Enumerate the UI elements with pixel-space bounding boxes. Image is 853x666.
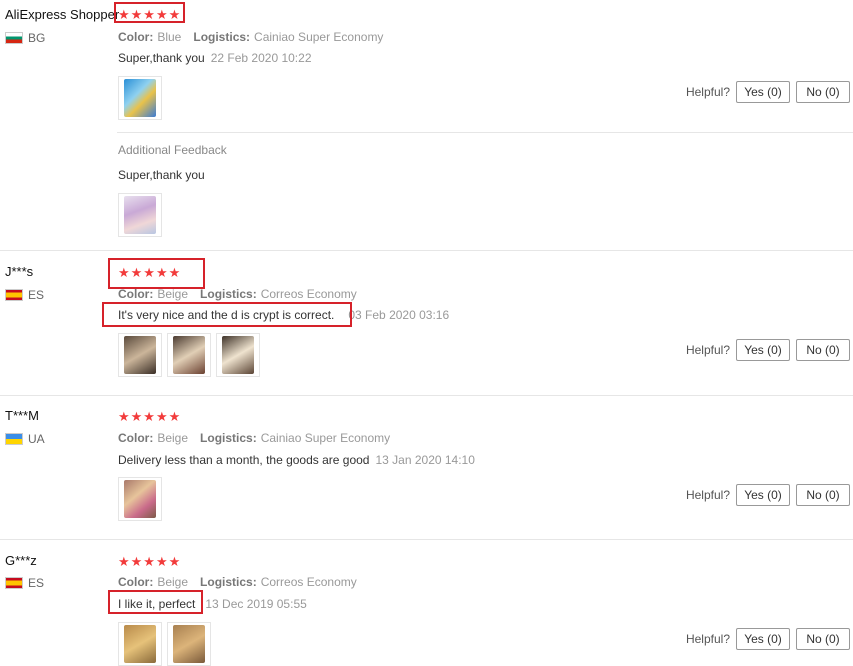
- review-date: 13 Dec 2019 05:55: [205, 597, 307, 611]
- helpful-yes-button[interactable]: Yes (0): [736, 81, 790, 103]
- helpful-controls: Helpful? Yes (0) No (0): [686, 484, 850, 506]
- helpful-label: Helpful?: [685, 85, 730, 99]
- divider: [0, 395, 853, 396]
- country-code: ES: [28, 288, 45, 302]
- color-value: Beige: [157, 575, 189, 589]
- review-date: 22 Feb 2020 10:22: [210, 51, 312, 65]
- helpful-label: Helpful?: [685, 632, 730, 646]
- review-body: Super,thank you: [118, 51, 205, 65]
- review-date: 03 Feb 2020 03:16: [348, 308, 450, 322]
- photo-image: [124, 480, 156, 518]
- helpful-controls: Helpful? Yes (0) No (0): [686, 628, 850, 650]
- divider: [0, 539, 853, 540]
- logistics-value: Correos Economy: [260, 287, 357, 301]
- review-text: Super,thank you 22 Feb 2020 10:22: [118, 51, 312, 65]
- highlight-box: [108, 590, 203, 614]
- ukraine-flag-icon: [5, 433, 23, 445]
- color-value: Blue: [157, 30, 182, 44]
- order-attributes: Color: Beige Logistics: Cainiao Super Econo…: [118, 431, 390, 445]
- logistics-value: Correos Economy: [260, 575, 357, 589]
- logistics-value: Cainiao Super Economy: [260, 431, 391, 445]
- spain-flag-icon: [5, 289, 23, 301]
- order-attributes: Color: Beige Logistics: Correos Economy: [118, 575, 357, 589]
- helpful-no-button[interactable]: No (0): [796, 81, 850, 103]
- order-attributes: Color: Blue Logistics: Cainiao Super Econom…: [118, 30, 383, 44]
- reviewer-name: J***s: [5, 264, 34, 279]
- photo-image: [173, 336, 205, 374]
- logistics-label: Logistics:: [200, 287, 257, 301]
- review-photos: [118, 333, 260, 377]
- spain-flag-icon: [5, 577, 23, 589]
- additional-feedback-text: Super,thank you: [118, 168, 205, 182]
- helpful-label: Helpful?: [685, 488, 730, 502]
- review-photo[interactable]: [167, 333, 211, 377]
- reviewer-country: BG: [5, 31, 45, 45]
- country-code: BG: [28, 31, 46, 45]
- color-label: Color:: [118, 431, 154, 445]
- review-body: Delivery less than a month, the goods ar…: [118, 453, 370, 467]
- additional-feedback-title: Additional Feedback: [118, 143, 227, 157]
- bulgaria-flag-icon: [5, 32, 23, 44]
- helpful-yes-button[interactable]: Yes (0): [736, 339, 790, 361]
- helpful-no-button[interactable]: No (0): [796, 484, 850, 506]
- highlight-box: [108, 258, 205, 289]
- helpful-no-button[interactable]: No (0): [796, 339, 850, 361]
- review-photos: [118, 76, 162, 120]
- photo-image: [173, 625, 205, 663]
- star-rating: ★★★★★: [118, 409, 182, 424]
- review-photos: [118, 477, 162, 521]
- photo-image: [222, 336, 254, 374]
- country-code: ES: [28, 576, 45, 590]
- reviewer-name: T***M: [5, 408, 39, 423]
- review-photo[interactable]: [118, 622, 162, 666]
- additional-photos: [118, 193, 162, 237]
- logistics-value: Cainiao Super Economy: [254, 30, 384, 44]
- photo-image: [124, 79, 156, 117]
- review-text: Delivery less than a month, the goods ar…: [118, 453, 475, 467]
- country-code: UA: [28, 432, 45, 446]
- reviewer-country: ES: [5, 288, 44, 302]
- color-label: Color:: [118, 575, 154, 589]
- helpful-yes-button[interactable]: Yes (0): [736, 628, 790, 650]
- review-photo[interactable]: [216, 333, 260, 377]
- logistics-label: Logistics:: [193, 30, 251, 44]
- logistics-label: Logistics:: [200, 575, 257, 589]
- reviewer-country: ES: [5, 576, 44, 590]
- helpful-no-button[interactable]: No (0): [796, 628, 850, 650]
- color-label: Color:: [118, 287, 154, 301]
- color-label: Color:: [118, 30, 154, 44]
- reviewer-name: G***z: [5, 553, 37, 568]
- photo-image: [124, 625, 156, 663]
- highlight-box: [114, 2, 185, 23]
- divider: [0, 250, 853, 251]
- helpful-controls: Helpful? Yes (0) No (0): [686, 81, 850, 103]
- reviewer-name: AliExpress Shopper: [5, 7, 120, 22]
- review-photo[interactable]: [118, 76, 162, 120]
- photo-image: [124, 196, 156, 234]
- reviewer-country: UA: [5, 432, 45, 446]
- review-photo[interactable]: [118, 333, 162, 377]
- helpful-label: Helpful?: [685, 343, 730, 357]
- review-photo[interactable]: [118, 193, 162, 237]
- star-rating: ★★★★★: [118, 554, 182, 569]
- helpful-yes-button[interactable]: Yes (0): [736, 484, 790, 506]
- logistics-label: Logistics:: [200, 431, 257, 445]
- review-photo[interactable]: [167, 622, 211, 666]
- helpful-controls: Helpful? Yes (0) No (0): [686, 339, 850, 361]
- review-photos: [118, 622, 211, 666]
- divider: [117, 132, 853, 133]
- order-attributes: Color: Beige Logistics: Correos Economy: [118, 287, 357, 301]
- photo-image: [124, 336, 156, 374]
- review-photo[interactable]: [118, 477, 162, 521]
- highlight-box: [102, 302, 352, 327]
- color-value: Beige: [157, 431, 189, 445]
- review-date: 13 Jan 2020 14:10: [375, 453, 475, 467]
- color-value: Beige: [157, 287, 189, 301]
